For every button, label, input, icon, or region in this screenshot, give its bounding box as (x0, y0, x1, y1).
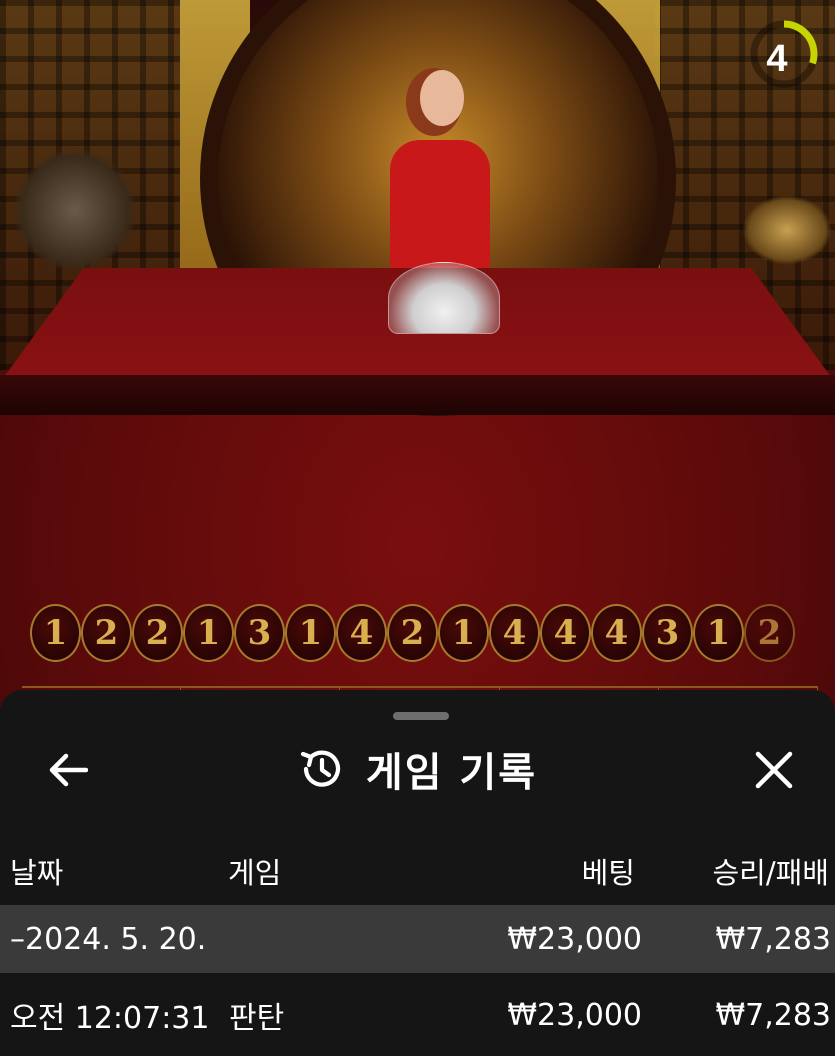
bonsai-decoration (10, 150, 140, 270)
result-ball: 2 (81, 604, 132, 662)
row-result: ₩7,283 (715, 997, 831, 1033)
result-ball: 1 (183, 604, 234, 662)
sheet-drag-handle[interactable] (393, 712, 449, 720)
row-bet: ₩23,000 (507, 997, 642, 1033)
column-header-bet: 베팅 (581, 856, 635, 890)
back-button[interactable] (40, 742, 96, 798)
column-header-result: 승리/패배 (712, 856, 830, 890)
close-icon (755, 751, 793, 789)
result-ball: 1 (693, 604, 744, 662)
row-bet: ₩23,000 (507, 921, 642, 957)
dragon-statue (742, 195, 832, 265)
result-ball: 1 (30, 604, 81, 662)
result-ball: 2 (387, 604, 438, 662)
table-rim (0, 375, 835, 415)
close-button[interactable] (746, 742, 802, 798)
sheet-title: 게임 기록 (365, 750, 538, 796)
result-ball: 2 (132, 604, 183, 662)
result-ball: 4 (591, 604, 642, 662)
row-date: –2024. 5. 20. (10, 921, 207, 957)
result-ball: 3 (642, 604, 693, 662)
row-result: ₩7,283 (715, 921, 831, 957)
sheet-title-group: 게임 기록 (0, 730, 835, 808)
result-ball: 4 (336, 604, 387, 662)
column-header-date: 날짜 (10, 856, 64, 890)
history-game-row[interactable]: 오전 12:07:31 판탄 ₩23,000 ₩7,283 (0, 981, 835, 1049)
result-ball: 4 (489, 604, 540, 662)
result-ball: 3 (234, 604, 285, 662)
result-ball: 1 (285, 604, 336, 662)
arrow-left-icon (49, 753, 88, 787)
sheet-header: 게임 기록 (0, 730, 835, 808)
history-date-row[interactable]: –2024. 5. 20. ₩23,000 ₩7,283 (0, 905, 835, 973)
result-ball: 1 (438, 604, 489, 662)
bead-dome (388, 262, 500, 334)
timer-value: 4 (766, 37, 788, 80)
game-screen: 4 122131421444312 게임 기록 날짜 게임 베팅 승리/패배 –… (0, 0, 835, 1056)
result-ball: 2 (744, 604, 795, 662)
dealer (380, 70, 500, 270)
column-header-game: 게임 (228, 856, 282, 890)
row-time: 오전 12:07:31 (10, 1001, 210, 1036)
result-ball: 4 (540, 604, 591, 662)
row-game: 판탄 (229, 1001, 285, 1036)
result-history: 122131421444312 (30, 604, 795, 664)
dealer-head (420, 70, 464, 126)
history-icon (300, 750, 340, 787)
dealer-dress (390, 140, 490, 270)
round-timer: 4 (748, 18, 820, 90)
